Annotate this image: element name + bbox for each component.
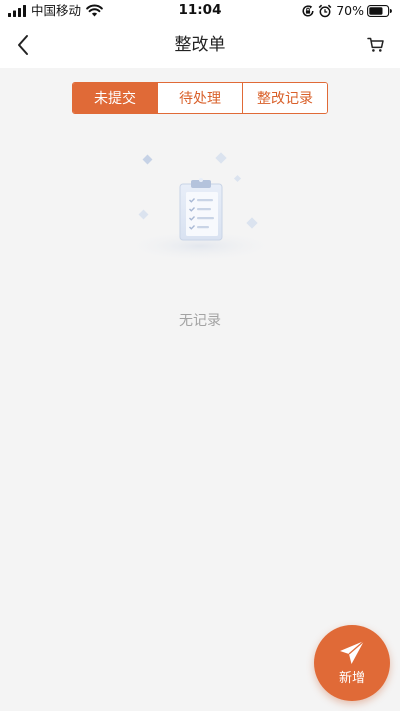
status-indicators: 70% — [301, 3, 392, 19]
status-tabs: 未提交 待处理 整改记录 — [72, 82, 328, 114]
add-new-label: 新增 — [338, 671, 365, 686]
battery-percentage: 70% — [336, 3, 364, 18]
cart-icon — [367, 37, 384, 52]
nav-bar: 整改单 — [0, 22, 400, 68]
tab-unsubmitted[interactable]: 未提交 — [73, 83, 157, 113]
add-new-button[interactable]: 新增 — [314, 625, 390, 701]
status-bar: 中国移动 11:04 70% — [0, 0, 400, 22]
battery-icon — [367, 5, 392, 17]
clipboard-checklist-icon — [122, 152, 278, 262]
tab-pending[interactable]: 待处理 — [157, 83, 242, 113]
tab-records[interactable]: 整改记录 — [242, 83, 327, 113]
empty-state-text: 无记录 — [179, 313, 221, 329]
rotation-lock-icon — [302, 5, 314, 17]
page-title: 整改单 — [174, 35, 226, 55]
paper-plane-icon — [340, 640, 365, 664]
cart-button[interactable] — [362, 31, 390, 59]
alarm-icon — [318, 4, 332, 18]
